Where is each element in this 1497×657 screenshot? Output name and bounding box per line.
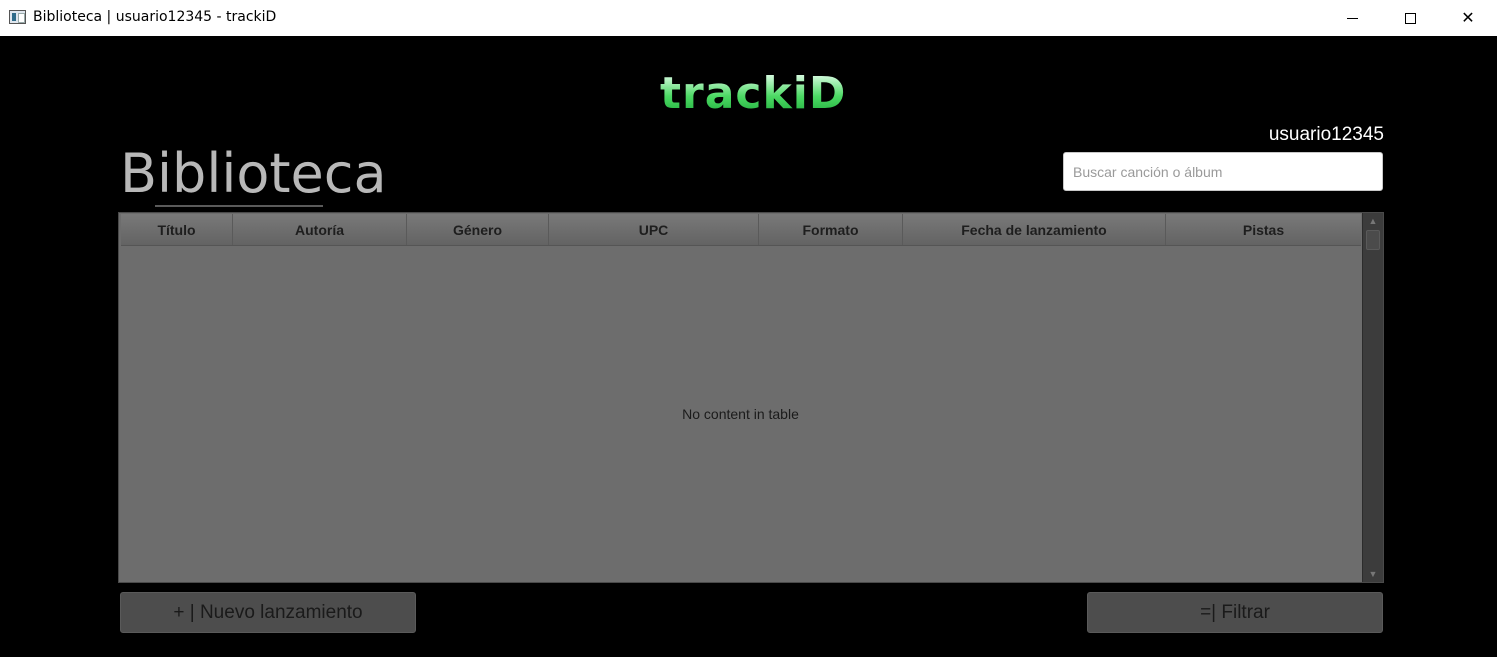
empty-table-message: No content in table xyxy=(682,406,799,422)
scrollbar-thumb[interactable] xyxy=(1366,230,1380,250)
title-underline xyxy=(155,205,323,207)
maximize-icon xyxy=(1404,12,1416,24)
new-release-button[interactable]: + | Nuevo lanzamiento xyxy=(120,592,416,633)
minimize-icon xyxy=(1346,17,1358,19)
username-label: usuario12345 xyxy=(1268,124,1384,145)
close-button[interactable]: ✕ xyxy=(1439,0,1497,36)
table-header: Título Autoría Género UPC Formato Fecha … xyxy=(121,214,1361,246)
window-titlebar: Biblioteca | usuario12345 - trackiD ✕ xyxy=(0,0,1497,36)
trackid-logo: trackiD xyxy=(660,68,847,119)
maximize-button[interactable] xyxy=(1381,0,1439,36)
column-header-formato[interactable]: Formato xyxy=(759,214,903,245)
close-icon: ✕ xyxy=(1461,10,1475,27)
library-table: Título Autoría Género UPC Formato Fecha … xyxy=(118,212,1384,583)
app-window-icon xyxy=(9,10,26,24)
scroll-up-arrow-icon[interactable]: ▲ xyxy=(1363,213,1383,229)
window-title: Biblioteca | usuario12345 - trackiD xyxy=(33,9,277,25)
scroll-down-arrow-icon[interactable]: ▼ xyxy=(1363,566,1383,582)
search-input[interactable] xyxy=(1063,152,1383,191)
table-body: No content in table xyxy=(119,246,1362,582)
column-header-titulo[interactable]: Título xyxy=(121,214,233,245)
filter-button[interactable]: =| Filtrar xyxy=(1087,592,1383,633)
column-header-fecha-lanzamiento[interactable]: Fecha de lanzamiento xyxy=(903,214,1166,245)
column-header-upc[interactable]: UPC xyxy=(549,214,759,245)
page-title: Biblioteca xyxy=(120,142,387,205)
column-header-autoria[interactable]: Autoría xyxy=(233,214,407,245)
column-header-pistas[interactable]: Pistas xyxy=(1166,214,1361,245)
minimize-button[interactable] xyxy=(1323,0,1381,36)
column-header-genero[interactable]: Género xyxy=(407,214,549,245)
table-vertical-scrollbar[interactable]: ▲ ▼ xyxy=(1362,213,1383,582)
